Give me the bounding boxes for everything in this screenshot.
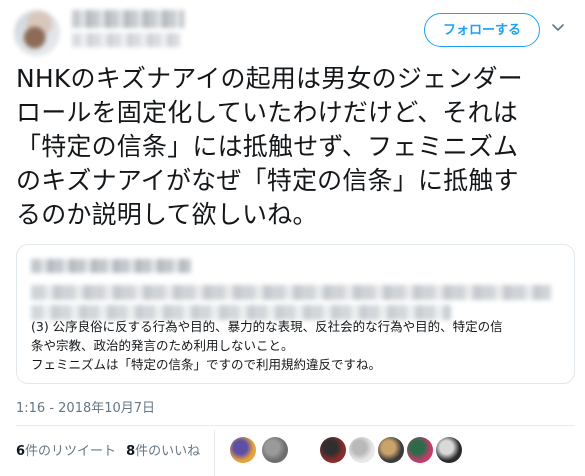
quoted-author-redacted [31,259,191,273]
stats-divider [214,430,215,476]
like-label: 件のいいね [135,444,201,459]
retweet-label: 件のリツイート [25,444,117,459]
liker-avatar[interactable] [436,437,462,463]
liker-avatar[interactable] [320,437,346,463]
author-name-redacted[interactable] [72,10,184,28]
like-stat[interactable]: 8件のいいね [126,444,200,459]
liker-avatar[interactable] [407,437,433,463]
divider [16,425,575,426]
retweet-count: 6 [16,444,26,459]
like-count: 8 [126,444,136,459]
chevron-down-icon[interactable] [549,18,567,36]
liker-avatar[interactable] [262,437,288,463]
liker-avatar[interactable] [349,437,375,463]
tweet-text: NHKのキズナアイの起用は男女のジェンダー ロールを固定化していたわけだけど、そ… [16,64,523,229]
follow-button[interactable]: フォローする [424,13,540,47]
author-handle-redacted[interactable] [72,33,180,47]
liker-avatar[interactable] [378,437,404,463]
quoted-tweet[interactable]: (3) 公序良俗に反する行為や目的、暴力的な表現、反社会的な行為や目的、特定の信… [16,244,575,384]
author-avatar[interactable] [14,10,60,56]
quoted-text-redacted [31,285,551,300]
tweet-timestamp[interactable]: 1:16 - 2018年10月7日 [16,397,155,416]
retweet-stat[interactable]: 6件のリツイート [16,444,116,459]
tweet-stats: 6件のリツイート 8件のいいね [16,440,200,459]
tweet-header: フォローする [0,0,585,66]
liker-avatar[interactable] [230,437,256,463]
quoted-tweet-text: (3) 公序良俗に反する行為や目的、暴力的な表現、反社会的な行為や目的、特定の信… [31,319,503,372]
